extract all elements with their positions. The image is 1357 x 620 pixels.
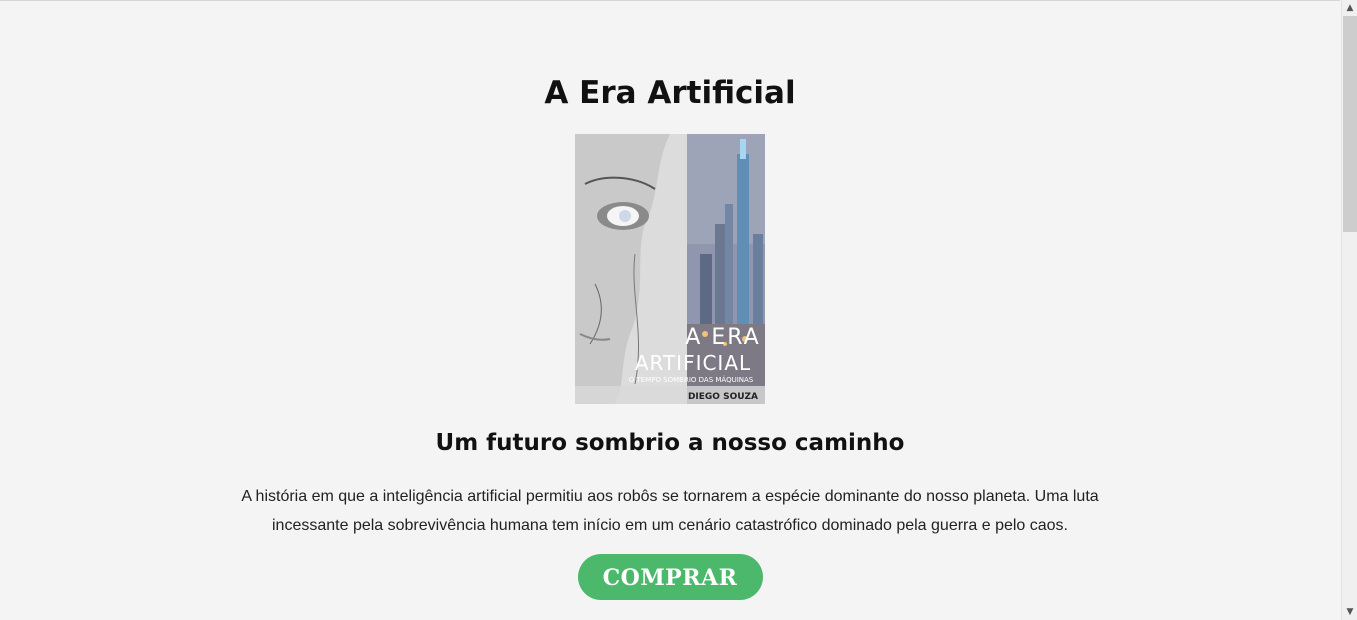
page-subtitle: Um futuro sombrio a nosso caminho [435, 430, 905, 456]
cover-tagline: O TEMPO SOMBRIO DAS MÁQUINAS [629, 375, 754, 384]
scroll-up-arrow-icon[interactable]: ▲ [1342, 0, 1357, 16]
page-title: A Era Artificial [544, 75, 796, 111]
vertical-scrollbar[interactable]: ▲ ▼ [1341, 0, 1357, 620]
scrollbar-thumb[interactable] [1343, 16, 1357, 232]
cover-author: DIEGO SOUZA [688, 392, 758, 402]
cover-title-line1: A ERA [685, 325, 760, 350]
book-cover-image: A ERA ARTIFICIAL O TEMPO SOMBRIO DAS MÁQ… [575, 134, 765, 404]
cover-title-line2: ARTIFICIAL [635, 351, 751, 375]
buy-button[interactable]: COMPRAR [577, 554, 763, 600]
book-cover-illustration: A ERA ARTIFICIAL O TEMPO SOMBRIO DAS MÁQ… [575, 134, 765, 404]
main-content: A Era Artificial A ERA ARTIFICIAL O TEMP… [0, 1, 1340, 600]
book-description: A história em que a inteligência artific… [241, 488, 1099, 534]
scroll-down-arrow-icon[interactable]: ▼ [1342, 604, 1357, 620]
page-viewport: A Era Artificial A ERA ARTIFICIAL O TEMP… [0, 0, 1340, 620]
